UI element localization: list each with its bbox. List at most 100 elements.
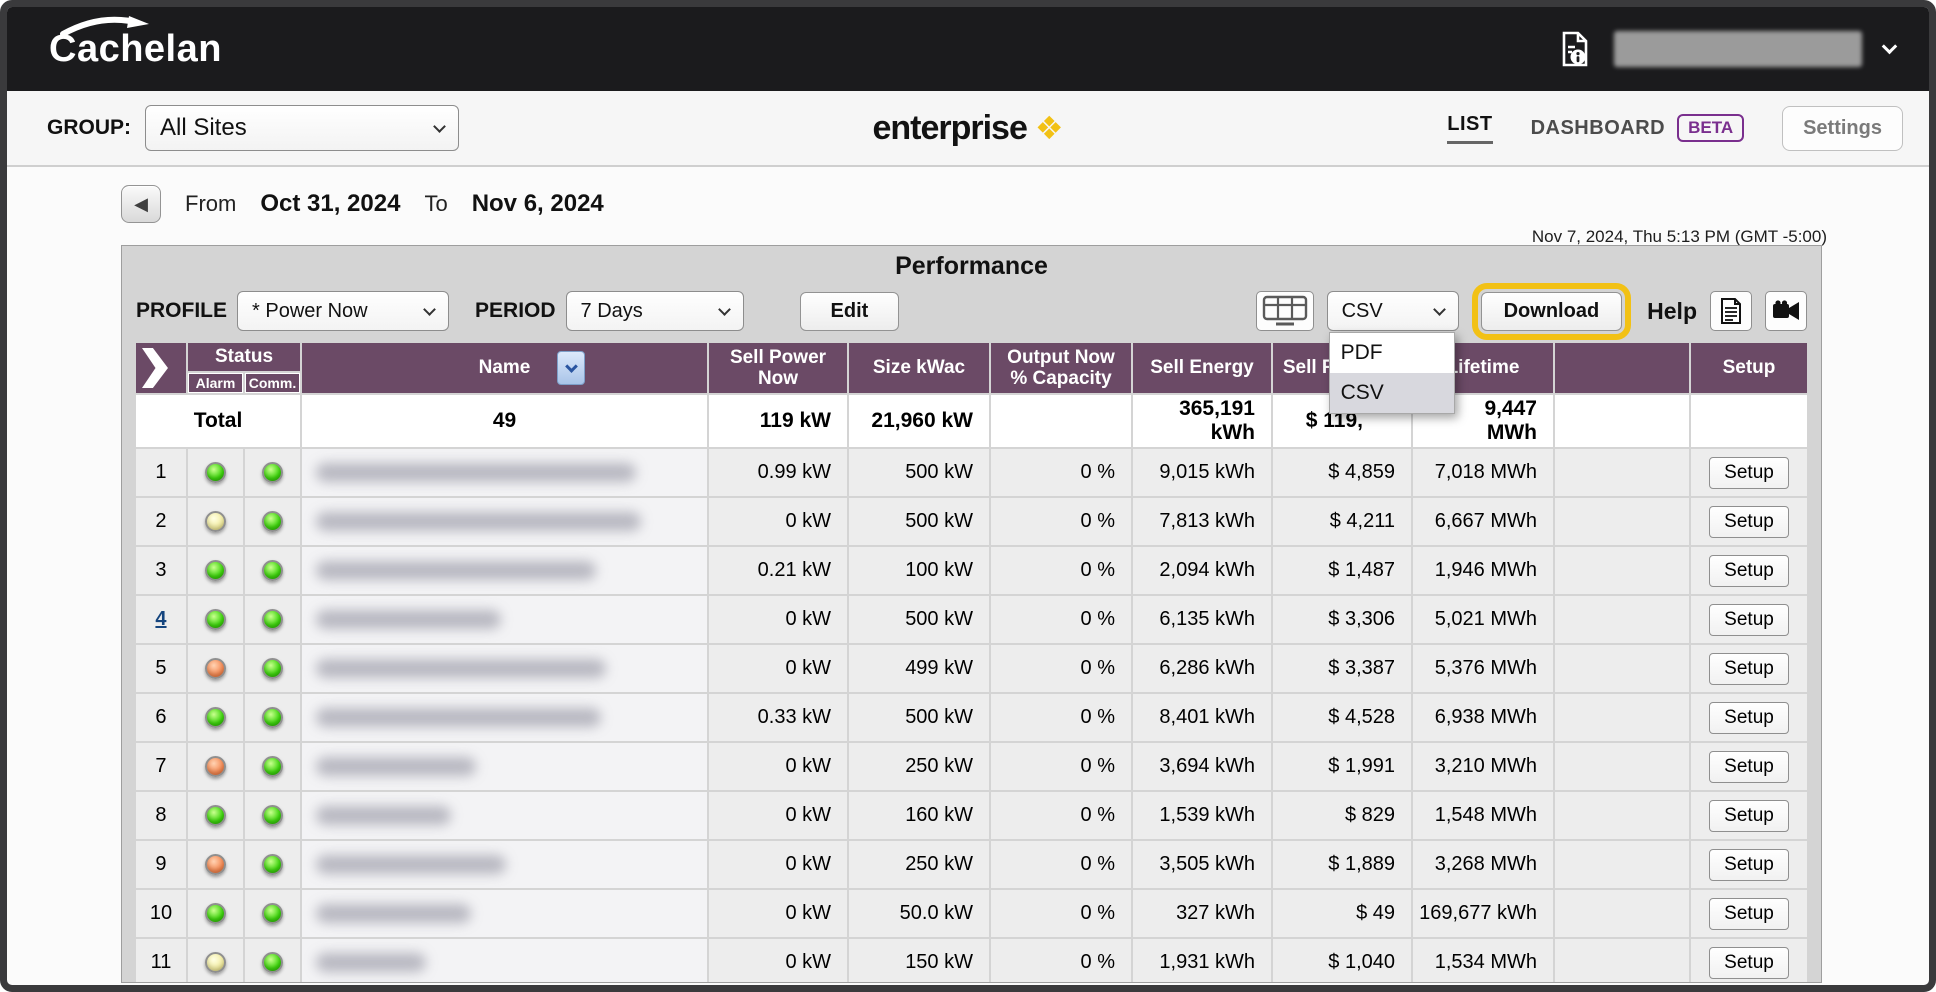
profile-select[interactable]: * Power Now [237, 291, 449, 331]
previous-period-button[interactable]: ◀ [121, 185, 161, 223]
row-number[interactable]: 6 [136, 694, 186, 741]
setup-button[interactable]: Setup [1709, 702, 1789, 734]
setup-cell: Setup [1691, 743, 1807, 790]
sell-energy-cell: 3,694 kWh [1133, 743, 1271, 790]
table-row: 100 kW50.0 kW0 %327 kWh$ 49169,677 kWhSe… [136, 890, 1807, 937]
header-row-main: Status Name Sell Power Now Size kWac Out… [136, 343, 1807, 371]
profile-label: PROFILE [136, 299, 227, 323]
row-number[interactable]: 11 [136, 939, 186, 983]
blank-cell [1555, 498, 1689, 545]
row-number[interactable]: 8 [136, 792, 186, 839]
sell-energy-cell: 6,286 kWh [1133, 645, 1271, 692]
setup-button[interactable]: Setup [1709, 849, 1789, 881]
setup-column-header: Setup [1691, 343, 1807, 393]
lifetime-cell: 5,376 MWh [1413, 645, 1553, 692]
size-column-header: Size kWac [849, 343, 989, 393]
lifetime-cell: 1,534 MWh [1413, 939, 1553, 983]
site-name-cell[interactable] [302, 694, 707, 741]
lifetime-cell: 7,018 MWh [1413, 449, 1553, 496]
help-document-button[interactable] [1710, 291, 1752, 331]
setup-button[interactable]: Setup [1709, 653, 1789, 685]
row-number-text: 9 [155, 853, 166, 875]
site-name-cell[interactable] [302, 792, 707, 839]
setup-button[interactable]: Setup [1709, 800, 1789, 832]
from-date[interactable]: Oct 31, 2024 [260, 190, 400, 218]
table-row: 50 kW499 kW0 %6,286 kWh$ 3,3875,376 MWhS… [136, 645, 1807, 692]
group-select[interactable]: All Sites [145, 105, 459, 151]
alarm-status-light-orange [205, 854, 226, 875]
row-number[interactable]: 3 [136, 547, 186, 594]
help-video-button[interactable] [1765, 291, 1807, 331]
to-date[interactable]: Nov 6, 2024 [472, 190, 604, 218]
site-name-cell[interactable] [302, 449, 707, 496]
alarm-status-cell [188, 498, 243, 545]
setup-cell: Setup [1691, 694, 1807, 741]
row-number[interactable]: 4 [136, 596, 186, 643]
setup-button[interactable]: Setup [1709, 751, 1789, 783]
total-blank [1555, 395, 1689, 447]
tab-list[interactable]: LIST [1447, 113, 1492, 144]
row-number[interactable]: 5 [136, 645, 186, 692]
site-name-cell[interactable] [302, 939, 707, 983]
user-account-redacted[interactable] [1614, 31, 1862, 67]
format-option-pdf[interactable]: PDF [1330, 333, 1454, 373]
user-menu-chevron-down-icon[interactable] [1882, 38, 1898, 54]
row-number[interactable]: 2 [136, 498, 186, 545]
lifetime-cell: 1,548 MWh [1413, 792, 1553, 839]
site-name-cell[interactable] [302, 645, 707, 692]
setup-button[interactable]: Setup [1709, 506, 1789, 538]
document-info-icon[interactable] [1560, 30, 1592, 68]
sell-revenue-cell: $ 3,387 [1273, 645, 1411, 692]
chevron-down-icon [565, 360, 578, 373]
app-window: Cachelan GROUP: All Sites enterprise ❖ [0, 0, 1936, 992]
site-name-cell[interactable] [302, 547, 707, 594]
site-name-redacted [316, 708, 601, 727]
site-name-cell[interactable] [302, 743, 707, 790]
help-label: Help [1647, 298, 1697, 325]
format-select[interactable]: CSV [1327, 291, 1459, 331]
download-button[interactable]: Download [1481, 292, 1623, 331]
cachelan-logo[interactable]: Cachelan [49, 28, 222, 71]
layout-grid-button[interactable] [1256, 291, 1314, 331]
blank-cell [1555, 694, 1689, 741]
name-column-header: Name [302, 343, 707, 393]
site-name-cell[interactable] [302, 841, 707, 888]
edit-button[interactable]: Edit [800, 292, 900, 331]
setup-button[interactable]: Setup [1709, 555, 1789, 587]
sell-power-column-header: Sell Power Now [709, 343, 847, 393]
comm-status-light-green [262, 854, 283, 875]
comm-status-light-green [262, 805, 283, 826]
row-number[interactable]: 1 [136, 449, 186, 496]
tab-dashboard[interactable]: DASHBOARD [1531, 117, 1666, 140]
site-name-cell[interactable] [302, 498, 707, 545]
table-row: 80 kW160 kW0 %1,539 kWh$ 8291,548 MWhSet… [136, 792, 1807, 839]
row-number[interactable]: 9 [136, 841, 186, 888]
setup-button[interactable]: Setup [1709, 898, 1789, 930]
enterprise-logo: enterprise ❖ [872, 109, 1063, 148]
setup-cell: Setup [1691, 792, 1807, 839]
row-number[interactable]: 10 [136, 890, 186, 937]
sell-revenue-cell: $ 1,991 [1273, 743, 1411, 790]
setup-button[interactable]: Setup [1709, 947, 1789, 979]
lifetime-cell: 6,667 MWh [1413, 498, 1553, 545]
site-name-cell[interactable] [302, 596, 707, 643]
size-cell: 160 kW [849, 792, 989, 839]
format-option-csv[interactable]: CSV [1330, 373, 1454, 413]
sell-energy-cell: 6,135 kWh [1133, 596, 1271, 643]
row-number-link[interactable]: 4 [155, 608, 166, 630]
settings-button[interactable]: Settings [1782, 106, 1903, 151]
sell-energy-cell: 9,015 kWh [1133, 449, 1271, 496]
sell-revenue-cell: $ 4,528 [1273, 694, 1411, 741]
blank-cell [1555, 449, 1689, 496]
setup-button[interactable]: Setup [1709, 457, 1789, 489]
comm-status-cell [245, 694, 300, 741]
period-select[interactable]: 7 Days [566, 291, 744, 331]
name-sort-button[interactable] [557, 351, 585, 385]
alarm-status-cell [188, 645, 243, 692]
expand-column-header[interactable] [136, 343, 186, 393]
setup-button[interactable]: Setup [1709, 604, 1789, 636]
site-name-cell[interactable] [302, 890, 707, 937]
beta-badge: BETA [1677, 114, 1744, 142]
row-number[interactable]: 7 [136, 743, 186, 790]
table-row: 90 kW250 kW0 %3,505 kWh$ 1,8893,268 MWhS… [136, 841, 1807, 888]
